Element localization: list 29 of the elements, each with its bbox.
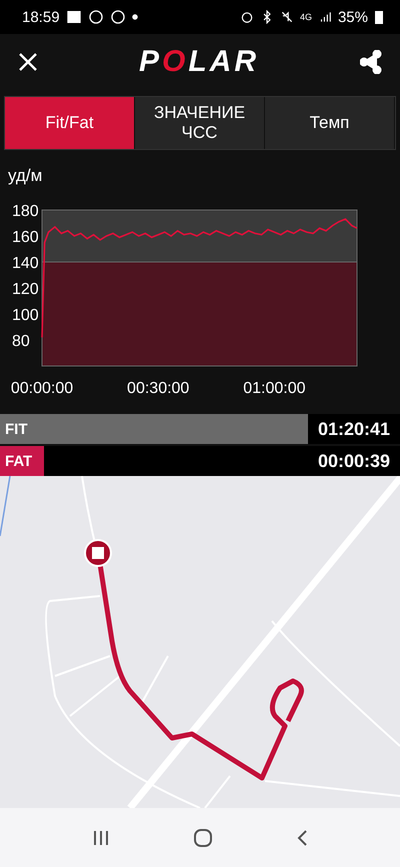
back-icon[interactable] (296, 828, 308, 846)
recent-apps-icon[interactable] (92, 828, 110, 846)
home-icon[interactable] (192, 828, 213, 848)
zone-label: FIT (4, 420, 28, 438)
close-icon[interactable] (18, 52, 38, 72)
y-tick-label: 180 (12, 203, 39, 220)
x-tick-label: 01:00:00 (243, 380, 306, 397)
zone-time: 01:20:41 (318, 418, 391, 440)
tab[interactable]: Темп (265, 97, 395, 149)
logo: POLAR (138, 45, 260, 79)
share-icon[interactable] (360, 50, 382, 74)
y-tick-label: 140 (12, 255, 39, 272)
tab[interactable]: Fit/Fat (5, 97, 135, 149)
clock: 18:59 (22, 8, 60, 26)
zone-label: FAT (4, 452, 32, 470)
zone-time: 00:00:39 (318, 450, 391, 472)
tab[interactable]: ЗНАЧЕНИЕ ЧСС (135, 97, 265, 149)
y-tick-label: 120 (12, 281, 39, 298)
battery-percent: 35% (338, 8, 368, 26)
mute-icon (280, 10, 294, 24)
network-type: 4G (300, 12, 312, 22)
y-tick-label: 160 (12, 229, 39, 246)
y-tick-label: 100 (12, 307, 39, 324)
battery-icon (374, 9, 384, 25)
unit-label: уд/м (8, 166, 42, 185)
x-tick-label: 00:30:00 (127, 380, 190, 397)
x-tick-label: 00:00:00 (10, 380, 74, 397)
y-tick-label: 80 (12, 333, 30, 350)
dot-icon (132, 14, 138, 20)
